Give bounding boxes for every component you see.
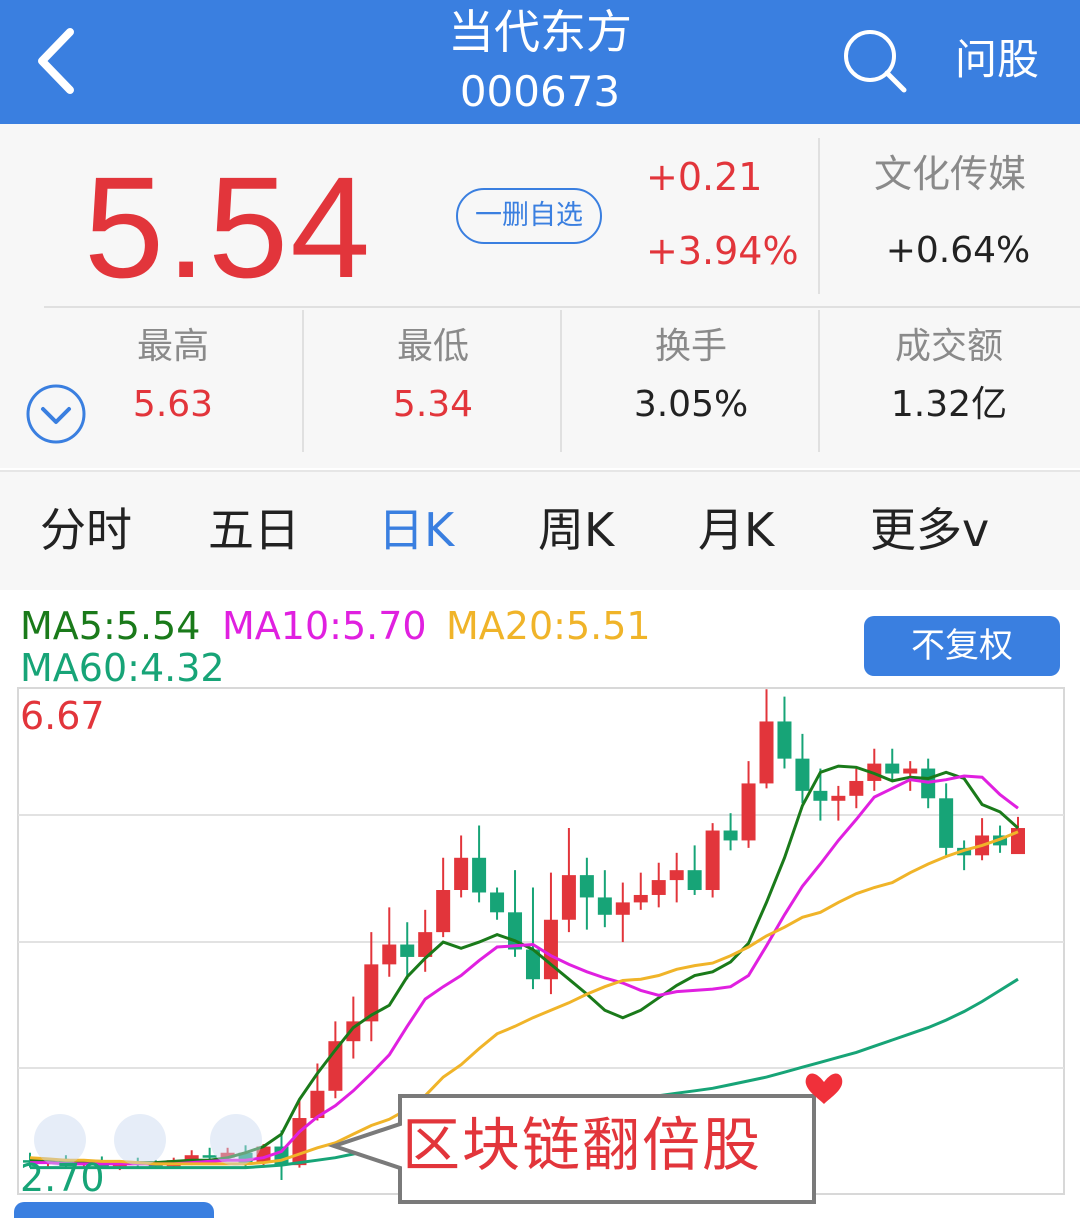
candle-body bbox=[741, 783, 756, 841]
fullscreen-icon[interactable] bbox=[210, 1114, 262, 1166]
sector-change: +0.64% bbox=[885, 230, 1031, 271]
candle-body bbox=[795, 758, 810, 791]
y-axis-max-label: 6.67 bbox=[20, 694, 105, 738]
candle-body bbox=[939, 798, 954, 848]
candle-body bbox=[831, 795, 846, 801]
period-tabs: 分时 五日 日K 周K 月K 更多v bbox=[0, 470, 1080, 592]
quote-panel: 5.54 一删自选 +0.21 +3.94% 文化传媒 +0.64% 最高 5.… bbox=[0, 124, 1080, 468]
candle-body bbox=[202, 1155, 217, 1158]
tab-five-day[interactable]: 五日 bbox=[208, 502, 300, 558]
candle-body bbox=[813, 790, 828, 801]
candle-body bbox=[759, 721, 774, 784]
candle-body bbox=[669, 870, 684, 881]
ask-stock-button[interactable]: 问股 bbox=[955, 34, 1039, 86]
stat-value: 3.05% bbox=[633, 384, 749, 425]
divider bbox=[44, 306, 1080, 308]
candle-body bbox=[472, 857, 487, 893]
sector-name[interactable]: 文化传媒 bbox=[820, 150, 1080, 198]
candle-body bbox=[885, 763, 900, 774]
candle-body bbox=[454, 857, 469, 891]
tab-weekly-k[interactable]: 周K bbox=[538, 502, 614, 558]
stat-value: 1.32亿 bbox=[890, 384, 1008, 425]
candle-body bbox=[382, 944, 397, 965]
candle-body bbox=[849, 780, 864, 796]
zoom-in-icon[interactable] bbox=[114, 1114, 166, 1166]
candle-body bbox=[777, 721, 792, 759]
current-price: 5.54 bbox=[84, 147, 373, 308]
remove-favorite-button[interactable]: 一删自选 bbox=[456, 188, 602, 244]
stat-amount: 成交额 1.32亿 bbox=[820, 310, 1078, 452]
stock-name: 当代东方 bbox=[448, 5, 632, 59]
tab-daily-k[interactable]: 日K bbox=[378, 502, 454, 558]
candle-body bbox=[723, 830, 738, 841]
stat-low: 最低 5.34 bbox=[304, 310, 562, 452]
candle-body bbox=[597, 897, 612, 915]
tab-monthly-k[interactable]: 月K bbox=[698, 502, 774, 558]
candle-body bbox=[561, 875, 576, 920]
candle-body bbox=[292, 1118, 307, 1166]
chevron-down-icon[interactable] bbox=[24, 382, 88, 446]
candle-body bbox=[400, 944, 415, 957]
candle-body bbox=[705, 830, 720, 891]
candle-body bbox=[579, 875, 594, 898]
price-change-percent: +3.94% bbox=[646, 229, 799, 273]
candle-body bbox=[633, 894, 648, 903]
candle-body bbox=[436, 890, 451, 933]
overlay-annotation: 区块链翻倍股 bbox=[402, 1111, 763, 1179]
stat-value: 5.34 bbox=[392, 384, 474, 425]
stat-turnover: 换手 3.05% bbox=[562, 310, 820, 452]
stat-label: 成交额 bbox=[894, 326, 1003, 367]
tab-intraday[interactable]: 分时 bbox=[40, 502, 132, 558]
price-change: +0.21 bbox=[646, 155, 763, 199]
stat-label: 换手 bbox=[654, 326, 727, 367]
bottom-tab-indicator[interactable] bbox=[14, 1202, 214, 1218]
stock-code: 000673 bbox=[459, 67, 621, 116]
candle-body bbox=[903, 768, 918, 774]
tab-more[interactable]: 更多v bbox=[870, 502, 989, 558]
header-bar: 当代东方 000673 问股 bbox=[0, 0, 1080, 124]
candle-body bbox=[651, 880, 666, 895]
stat-label: 最低 bbox=[396, 326, 469, 367]
search-icon[interactable] bbox=[840, 26, 910, 96]
stat-label: 最高 bbox=[136, 326, 209, 367]
y-axis-min-label: 2.70 bbox=[20, 1156, 105, 1200]
candle-body bbox=[687, 870, 702, 891]
kline-chart-area: MA5:5.54 MA10:5.70 MA20:5.51 MA60:4.32 不… bbox=[0, 590, 1080, 1218]
candle-body bbox=[490, 892, 505, 913]
candle-body bbox=[615, 902, 630, 915]
